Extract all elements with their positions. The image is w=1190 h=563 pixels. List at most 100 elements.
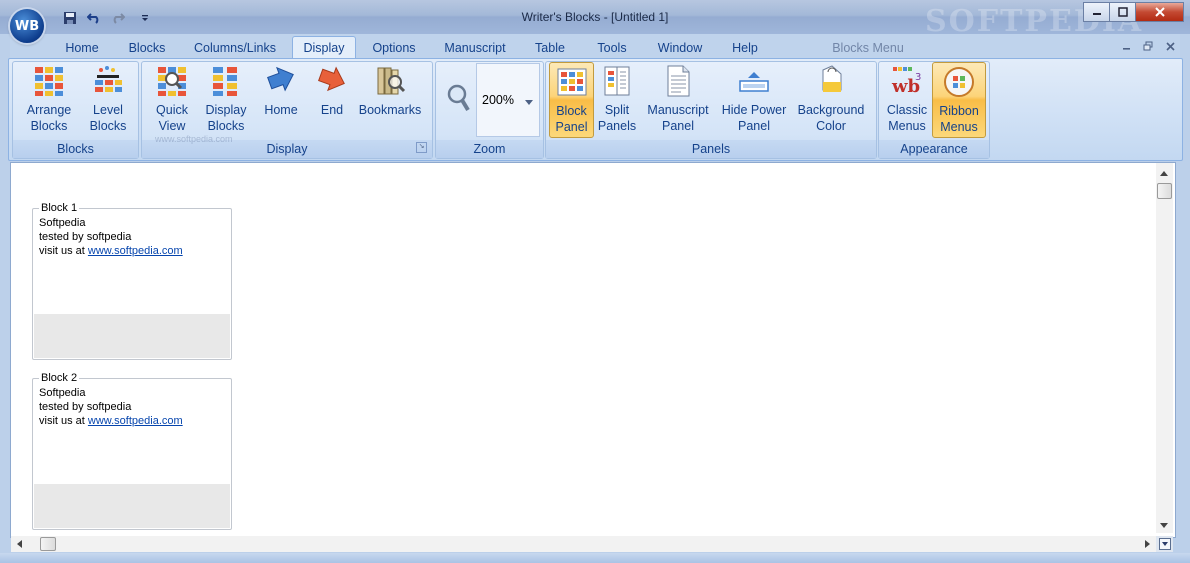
block-line: visit us at www.softpedia.com: [39, 244, 183, 258]
arrange-blocks-label-1: Arrange: [26, 103, 72, 117]
block-panel-label-2: Panel: [555, 120, 588, 134]
hide-power-panel-label-2: Panel: [738, 119, 770, 133]
window-title: Writer's Blocks - [Untitled 1]: [521, 10, 669, 24]
block-footer: [34, 314, 230, 358]
blocks-canvas[interactable]: Block 1 Softpedia tested by softpedia vi…: [10, 162, 1176, 538]
zoom-dropdown-icon[interactable]: [525, 95, 533, 109]
classic-menus-button[interactable]: wb 3 Classic Menus: [884, 64, 930, 136]
tab-window[interactable]: Window: [652, 38, 708, 58]
display-blocks-icon: [213, 67, 237, 96]
block-title: Block 2: [39, 372, 80, 384]
block-panel-button[interactable]: Block Panel: [549, 62, 594, 138]
arrange-blocks-label-2: Blocks: [30, 119, 68, 133]
manuscript-panel-label-2: Panel: [662, 119, 694, 133]
block-link-prefix: visit us at: [39, 415, 88, 427]
end-arrow-icon: [318, 66, 345, 92]
bookmarks-button[interactable]: Bookmarks: [358, 64, 422, 136]
minimize-button[interactable]: [1083, 2, 1110, 22]
block-card[interactable]: Block 2 Softpedia tested by softpedia vi…: [32, 372, 232, 530]
group-label-blocks: Blocks: [13, 140, 138, 158]
block-line: Softpedia: [39, 387, 86, 399]
level-blocks-button[interactable]: Level Blocks: [84, 64, 132, 136]
manuscript-panel-button[interactable]: Manuscript Panel: [646, 64, 710, 136]
ribbon-menus-icon: [944, 67, 974, 97]
quick-view-label-2: View: [158, 119, 186, 133]
block-footer: [34, 484, 230, 528]
hide-power-panel-button[interactable]: Hide Power Panel: [718, 64, 790, 136]
tab-tools[interactable]: Tools: [592, 38, 632, 58]
svg-text:3: 3: [915, 72, 921, 83]
zoom-magnifier-icon[interactable]: [446, 82, 472, 116]
block-card[interactable]: Block 1 Softpedia tested by softpedia vi…: [32, 202, 232, 360]
display-blocks-button[interactable]: Display Blocks: [203, 64, 249, 136]
split-panels-label-2: Panels: [597, 119, 637, 133]
background-color-button[interactable]: Background Color: [796, 64, 866, 136]
blocks-menu-label[interactable]: Blocks Menu: [830, 38, 906, 58]
ribbon-menus-button[interactable]: Ribbon Menus: [932, 62, 986, 138]
classic-menus-icon: wb 3: [891, 67, 921, 97]
zoom-combo[interactable]: 200%: [476, 63, 540, 137]
level-blocks-label-2: Blocks: [89, 119, 127, 133]
block-line: tested by softpedia: [39, 401, 132, 413]
tab-columns-links[interactable]: Columns/Links: [190, 38, 280, 58]
hide-power-panel-icon: [739, 72, 769, 92]
quick-view-button[interactable]: Quick View: [150, 64, 194, 136]
scroll-corner-icon[interactable]: [1156, 536, 1173, 552]
tab-help[interactable]: Help: [727, 38, 763, 58]
level-blocks-label-1: Level: [93, 103, 123, 117]
display-blocks-label-2: Blocks: [207, 119, 245, 133]
tab-manuscript[interactable]: Manuscript: [438, 38, 512, 58]
scroll-right-icon[interactable]: [1139, 536, 1155, 552]
scroll-left-icon[interactable]: [11, 536, 27, 552]
arrange-blocks-button[interactable]: Arrange Blocks: [22, 64, 76, 136]
block-panel-icon: [557, 68, 586, 96]
display-blocks-label-1: Display: [205, 103, 247, 117]
tab-options[interactable]: Options: [365, 38, 423, 58]
home-label: Home: [264, 103, 298, 117]
block-body[interactable]: Softpedia tested by softpedia visit us a…: [39, 216, 183, 258]
scroll-up-icon[interactable]: [1156, 165, 1172, 181]
app-orb-button[interactable]: WB: [10, 9, 44, 43]
mdi-restore-icon[interactable]: [1140, 38, 1156, 54]
horizontal-scrollbar[interactable]: [11, 536, 1156, 552]
manuscript-panel-icon: [667, 65, 690, 97]
vertical-scrollbar[interactable]: [1156, 163, 1173, 533]
block-link-prefix: visit us at: [39, 245, 88, 257]
classic-menus-label-2: Menus: [888, 119, 926, 133]
split-panels-icon: [604, 66, 630, 96]
block-body[interactable]: Softpedia tested by softpedia visit us a…: [39, 386, 183, 428]
tab-blocks[interactable]: Blocks: [122, 38, 172, 58]
block-title: Block 1: [39, 202, 80, 214]
block-link[interactable]: www.softpedia.com: [88, 245, 183, 257]
maximize-button[interactable]: [1109, 2, 1136, 22]
vertical-scroll-thumb[interactable]: [1157, 183, 1172, 199]
display-dialog-launcher-icon[interactable]: ↘: [416, 142, 427, 153]
zoom-value: 200%: [482, 93, 514, 107]
group-label-appearance: Appearance: [879, 140, 989, 158]
ribbon-menus-label-2: Menus: [940, 120, 978, 134]
split-panels-button[interactable]: Split Panels: [596, 64, 638, 136]
hide-power-panel-label-1: Hide Power: [721, 103, 787, 117]
group-label-panels: Panels: [546, 140, 876, 158]
tab-display[interactable]: Display: [292, 36, 356, 59]
horizontal-scroll-thumb[interactable]: [40, 537, 56, 551]
block-line: tested by softpedia: [39, 231, 132, 243]
mdi-close-icon[interactable]: [1162, 38, 1178, 54]
block-link[interactable]: www.softpedia.com: [88, 415, 183, 427]
home-button[interactable]: Home: [260, 64, 302, 136]
block-panel-label-1: Block: [556, 104, 587, 118]
tab-table[interactable]: Table: [530, 38, 570, 58]
bookmarks-icon: [377, 67, 406, 95]
end-button[interactable]: End: [312, 64, 352, 136]
tab-home[interactable]: Home: [57, 38, 107, 58]
arrange-blocks-icon: [35, 67, 63, 96]
quick-view-icon: [158, 67, 186, 96]
scroll-down-icon[interactable]: [1156, 517, 1172, 533]
quick-view-label-1: Quick: [156, 103, 188, 117]
level-blocks-icon: [95, 66, 122, 92]
mdi-minimize-icon[interactable]: [1118, 38, 1134, 54]
group-label-zoom: Zoom: [436, 140, 543, 158]
close-button[interactable]: [1135, 2, 1184, 22]
bookmarks-label: Bookmarks: [358, 103, 422, 117]
classic-menus-label-1: Classic: [886, 103, 928, 117]
